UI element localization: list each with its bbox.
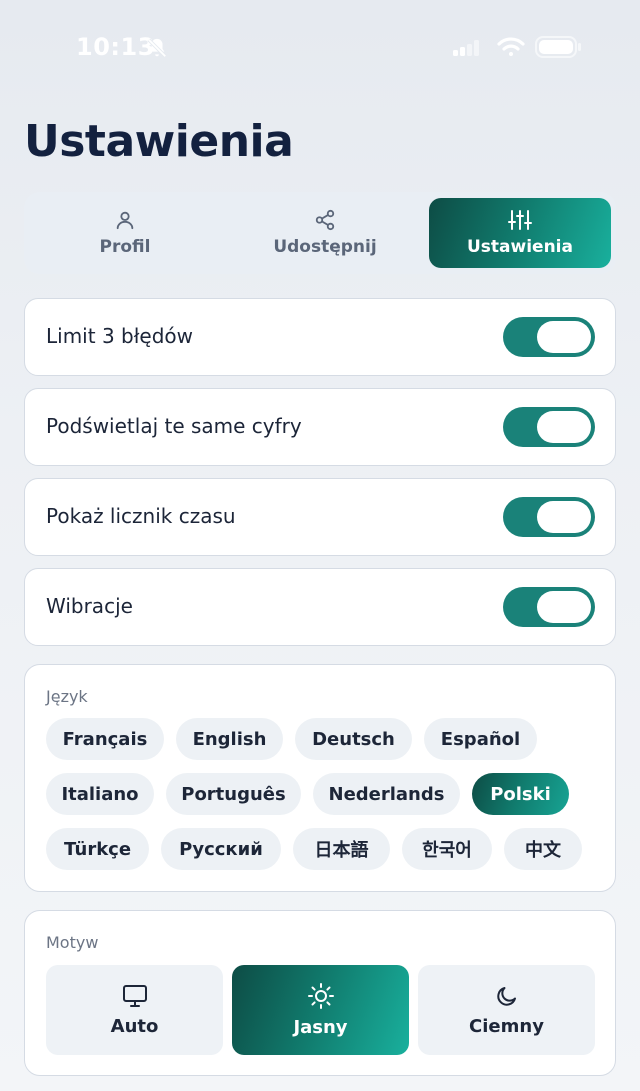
language-card: Język Français English Deutsch Español I… [24,664,616,892]
language-chip-ru[interactable]: Русский [161,828,281,870]
tab-profile[interactable]: Profil [34,198,216,268]
signal-icon [453,40,479,60]
tab-label: Profil [99,237,151,257]
language-chip-pl[interactable]: Polski [472,773,569,815]
theme-card: Motyw Auto Jasny Ciemny [24,910,616,1076]
status-time: 10:13 [76,33,155,61]
highlight-digits-toggle[interactable] [503,407,595,447]
language-chip-fr[interactable]: Français [46,718,164,760]
language-chip-nl[interactable]: Nederlands [313,773,460,815]
wifi-icon [497,36,525,62]
bell-slash-icon [146,37,168,63]
tab-settings[interactable]: Ustawienia [429,198,611,268]
language-chip-de[interactable]: Deutsch [295,718,412,760]
tab-label: Udostępnij [273,237,377,257]
tab-share[interactable]: Udostępnij [234,198,416,268]
language-chip-ja[interactable]: 日本語 [293,828,390,870]
tab-label: Ustawienia [467,237,573,257]
setting-label: Wibracje [46,594,133,618]
setting-label: Limit 3 błędów [46,324,193,348]
user-icon [116,211,134,230]
share-icon [315,209,335,231]
sun-icon [307,982,334,1009]
monitor-icon [122,984,147,1007]
theme-auto-button[interactable]: Auto [46,965,223,1055]
tab-bar: Profil Udostępnij Ustawienia [24,192,616,274]
language-chip-es[interactable]: Español [424,718,537,760]
setting-label: Pokaż licznik czasu [46,504,236,528]
language-chip-ko[interactable]: 한국어 [402,828,492,870]
language-label: Język [46,687,88,706]
setting-row-vibration: Wibracje [24,568,616,646]
theme-option-label: Ciemny [469,1015,544,1037]
sliders-icon [508,210,532,230]
moon-icon [496,986,516,1006]
setting-label: Podświetlaj te same cyfry [46,414,302,438]
page-title: Ustawienia [24,116,294,167]
error-limit-toggle[interactable] [503,317,595,357]
language-chip-zh[interactable]: 中文 [504,828,582,870]
language-chip-pt[interactable]: Português [166,773,301,815]
setting-row-highlight-digits: Podświetlaj te same cyfry [24,388,616,466]
theme-option-label: Auto [110,1015,159,1037]
theme-label: Motyw [46,933,99,952]
timer-toggle[interactable] [503,497,595,537]
theme-dark-button[interactable]: Ciemny [418,965,595,1055]
language-chip-it[interactable]: Italiano [46,773,154,815]
theme-light-button[interactable]: Jasny [232,965,409,1055]
vibration-toggle[interactable] [503,587,595,627]
status-bar: 10:13 [0,0,640,96]
language-chip-tr[interactable]: Türkçe [46,828,149,870]
language-chip-en[interactable]: English [176,718,283,760]
setting-row-error-limit: Limit 3 błędów [24,298,616,376]
theme-option-label: Jasny [293,1016,348,1038]
battery-icon [535,36,583,62]
setting-row-timer: Pokaż licznik czasu [24,478,616,556]
